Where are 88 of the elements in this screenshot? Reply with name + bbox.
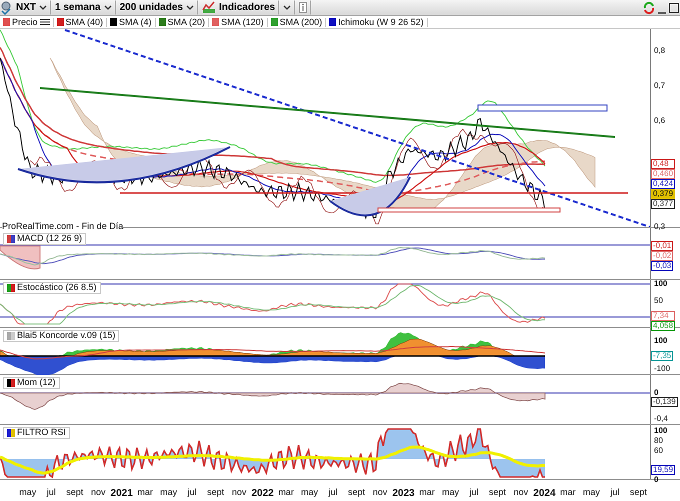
legend-item[interactable]: SMA (120) bbox=[209, 18, 268, 26]
legend-item[interactable]: SMA (4) bbox=[107, 18, 156, 26]
axis-tick-label: 0,7 bbox=[654, 82, 666, 90]
axis-date-label: may bbox=[159, 486, 178, 499]
value-label: 0,424 bbox=[651, 178, 676, 189]
axis-date-label: jul bbox=[46, 486, 57, 499]
indicator-title: Mom (12) bbox=[3, 377, 60, 389]
indicator-title: Blai5 Koncorde v.09 (15) bbox=[3, 330, 120, 342]
axis-tick-label: 50 bbox=[654, 297, 663, 305]
indicator-color-icon bbox=[7, 428, 15, 437]
value-label: -0,03 bbox=[651, 261, 674, 272]
axis-date-label: 2021 bbox=[110, 487, 134, 501]
axis-date-label: may bbox=[440, 486, 460, 499]
legend-item[interactable]: SMA (200) bbox=[268, 18, 326, 26]
axis-date-label: may bbox=[300, 486, 320, 499]
axis-tick-label: 0,8 bbox=[654, 47, 666, 55]
indicator-color-icon bbox=[7, 284, 15, 292]
indicator-color-icon bbox=[7, 378, 15, 387]
axis-date-label: jul bbox=[609, 486, 620, 499]
axis-date-label: 2024 bbox=[532, 487, 556, 501]
value-label: 19,59 bbox=[651, 465, 676, 476]
legend-item[interactable]: SMA (40) bbox=[54, 18, 108, 26]
axis-tick-label: -100 bbox=[654, 365, 670, 373]
axis-date-label: nov bbox=[372, 486, 388, 499]
axis-tick-label: 100 bbox=[654, 337, 668, 345]
axis-date-label: sept bbox=[488, 486, 507, 499]
minimize-icon bbox=[658, 12, 666, 14]
value-label: 0,379 bbox=[651, 188, 676, 199]
source-label: ProRealTime.com - Fin de Día bbox=[2, 222, 124, 231]
units-dropdown[interactable]: 200 unidades bbox=[116, 0, 198, 15]
axis-date-label: sept bbox=[628, 486, 648, 499]
value-label: 0,48 bbox=[651, 158, 676, 169]
value-label: -0,139 bbox=[651, 397, 678, 408]
legend-item[interactable]: Ichimoku (W 9 26 52) bbox=[326, 18, 428, 26]
axis-tick-label: 80 bbox=[654, 436, 663, 445]
period-dropdown[interactable]: 1 semana bbox=[51, 0, 116, 15]
legend-item[interactable]: Precio bbox=[0, 18, 54, 26]
app-icon bbox=[0, 0, 12, 14]
indicator-title: Estocástico (26 8.5) bbox=[3, 282, 101, 294]
axis-date-label: 2023 bbox=[392, 487, 416, 501]
caret-icon bbox=[39, 4, 47, 11]
indicator-color-icon bbox=[7, 234, 15, 243]
axis-tick-label: 0 bbox=[654, 389, 658, 397]
axis-tick-label: -0,4 bbox=[654, 415, 668, 423]
axis-date-label: mar bbox=[277, 486, 295, 499]
info-icon bbox=[299, 2, 308, 13]
axis-date-label: 2022 bbox=[250, 487, 274, 501]
axis-tick-label: 100 bbox=[654, 427, 668, 435]
value-label: 0,377 bbox=[651, 198, 676, 209]
axis-date-label: nov bbox=[512, 486, 530, 499]
axis-tick-label: 0,6 bbox=[654, 117, 666, 126]
axis-tick-label: 100 bbox=[654, 280, 668, 288]
indicators-button[interactable]: Indicadores bbox=[198, 0, 280, 15]
maximize-icon bbox=[668, 2, 680, 14]
legend-item[interactable]: SMA (20) bbox=[156, 18, 210, 26]
axis-date-label: sept bbox=[65, 486, 84, 499]
value-label: -0,01 bbox=[651, 241, 674, 252]
indicator-title: FILTRO RSI bbox=[3, 427, 70, 439]
axis-date-label: mar bbox=[136, 486, 154, 499]
value-label: -7,35 bbox=[651, 351, 674, 362]
value-label: 7,34 bbox=[651, 310, 676, 320]
axis-date-label: may bbox=[582, 486, 601, 499]
axis-tick-label: 0 bbox=[654, 476, 658, 484]
value-label: 0,460 bbox=[651, 168, 676, 179]
caret-icon bbox=[283, 4, 292, 11]
axis-date-label: sept bbox=[347, 486, 366, 499]
value-label: -0,02 bbox=[651, 251, 674, 262]
axis-tick-label: 0,3 bbox=[654, 223, 666, 231]
axis-date-label: mar bbox=[418, 486, 436, 499]
list-icon bbox=[40, 18, 50, 26]
chart-icon bbox=[202, 1, 216, 14]
axis-date-label: sept bbox=[206, 486, 226, 499]
value-label: 4,058 bbox=[651, 320, 676, 330]
axis-date-label: jul bbox=[468, 486, 480, 499]
symbol-dropdown[interactable]: NXT bbox=[12, 0, 51, 15]
histogram-area bbox=[0, 246, 40, 270]
axis-date-label: nov bbox=[230, 486, 248, 499]
refresh-icon bbox=[642, 0, 656, 14]
axis-date-label: jul bbox=[327, 486, 339, 499]
axis-date-label: jul bbox=[186, 486, 198, 499]
caret-icon bbox=[104, 4, 112, 11]
axis-tick-label: 60 bbox=[654, 446, 663, 455]
caret-icon bbox=[186, 4, 194, 11]
indicator-title: MACD (12 26 9) bbox=[3, 233, 86, 245]
axis-date-label: mar bbox=[559, 486, 577, 499]
axis-date-label: nov bbox=[90, 486, 106, 499]
axis-date-label: may bbox=[18, 486, 38, 499]
indicator-color-icon bbox=[7, 332, 15, 340]
